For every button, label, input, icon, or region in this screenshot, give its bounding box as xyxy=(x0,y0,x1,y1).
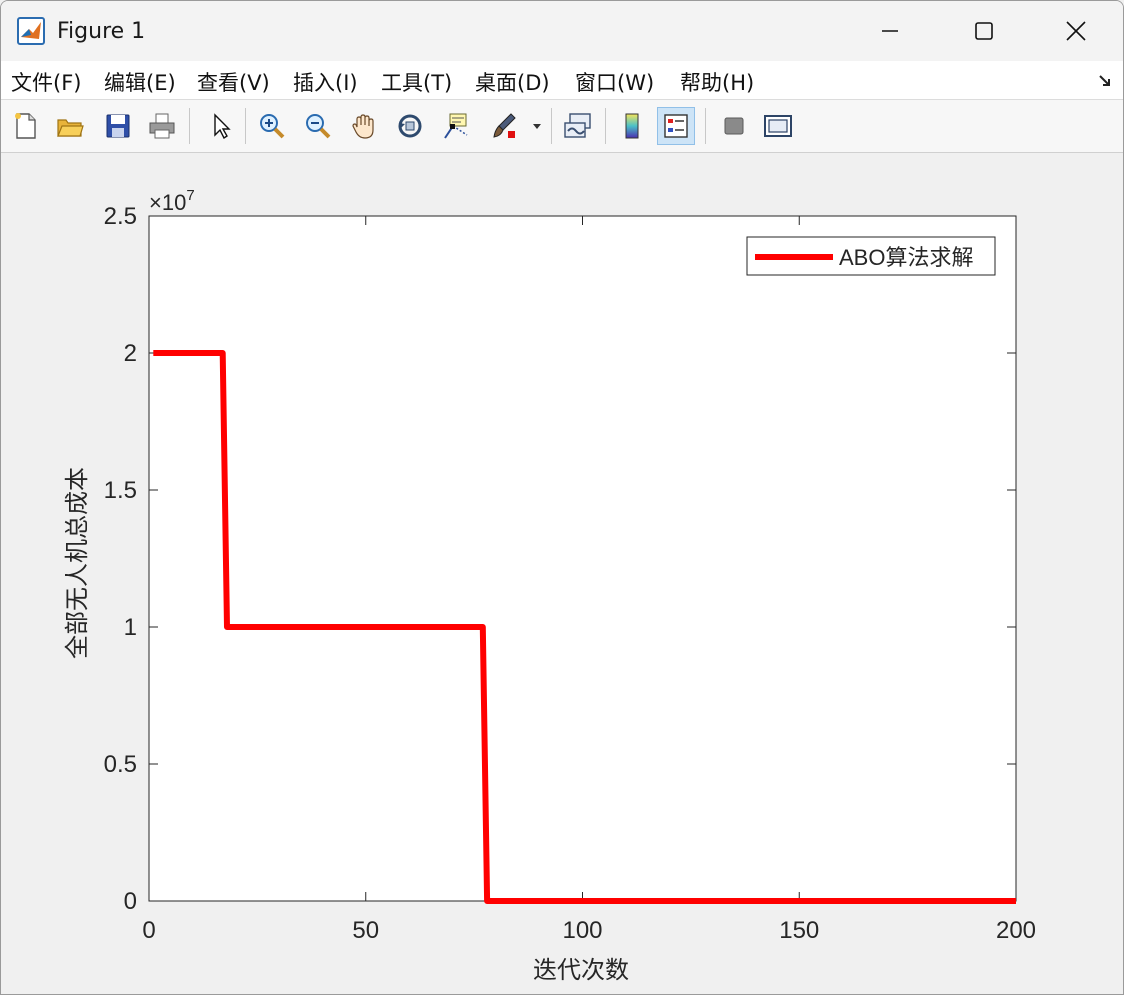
plot-area xyxy=(148,215,1017,902)
figure-window: Figure 1 文件(F) 编辑(E) 查看(V) 插入(I) 工具(T) 桌… xyxy=(0,0,1124,995)
pointer-button[interactable] xyxy=(201,107,239,145)
menu-help[interactable]: 帮助(H) xyxy=(680,67,754,97)
new-figure-button[interactable] xyxy=(7,107,45,145)
figure-toolbar xyxy=(1,100,1123,153)
x-tick-label: 200 xyxy=(996,917,1036,944)
open-file-icon xyxy=(57,119,84,137)
save-button[interactable] xyxy=(99,107,137,145)
save-icon xyxy=(106,114,130,138)
menu-view[interactable]: 查看(V) xyxy=(197,67,270,97)
link-plot-button[interactable] xyxy=(559,107,597,145)
menu-desktop[interactable]: 桌面(D) xyxy=(475,67,550,97)
zoom-out-icon xyxy=(306,114,331,139)
y-tick-label: 1 xyxy=(124,614,137,641)
colorbar-icon xyxy=(625,113,639,139)
x-axis-label: 迭代次数 xyxy=(533,956,629,984)
legend[interactable]: ABO算法求解 xyxy=(746,236,996,276)
show-plot-tools-icon xyxy=(764,115,792,137)
data-cursor-button[interactable] xyxy=(437,107,475,145)
toolbar-separator xyxy=(605,108,606,144)
menu-tools[interactable]: 工具(T) xyxy=(381,67,452,97)
hide-plot-tools-icon xyxy=(724,117,744,135)
print-button[interactable] xyxy=(143,107,181,145)
menu-bar: 文件(F) 编辑(E) 查看(V) 插入(I) 工具(T) 桌面(D) 窗口(W… xyxy=(1,61,1123,100)
close-icon xyxy=(1066,21,1086,41)
title-bar[interactable]: Figure 1 xyxy=(1,1,1123,61)
maximize-button[interactable] xyxy=(937,1,1031,61)
toolbar-separator xyxy=(245,108,246,144)
y-axis-label: 全部无人机总成本 xyxy=(63,467,91,659)
menu-file[interactable]: 文件(F) xyxy=(11,67,81,97)
x-tick-label: 150 xyxy=(779,917,819,944)
minimize-icon xyxy=(882,30,898,32)
hide-plot-tools-button[interactable] xyxy=(715,107,753,145)
chevron-down-icon xyxy=(533,124,541,129)
figure-canvas: 0 50 100 150 200 0 0.5 1 1.5 2 2.5 迭代次数 全部无人机总成本 ×… xyxy=(1,153,1123,994)
maximize-icon xyxy=(975,22,993,40)
zoom-in-button[interactable] xyxy=(253,107,291,145)
toolbar-separator xyxy=(551,108,552,144)
data-cursor-icon xyxy=(444,113,468,139)
dock-arrow-icon[interactable] xyxy=(1097,73,1113,89)
x-tick-label: 100 xyxy=(562,917,602,944)
window-title: Figure 1 xyxy=(57,19,146,44)
legend-button[interactable] xyxy=(657,107,695,145)
print-icon xyxy=(149,113,175,139)
y-tick-label: 2 xyxy=(124,340,137,367)
y-tick-label: 0 xyxy=(124,888,137,915)
legend-label: ABO算法求解 xyxy=(839,245,973,270)
legend-icon xyxy=(664,114,688,138)
open-file-button[interactable] xyxy=(51,107,89,145)
x-tick-label: 50 xyxy=(352,917,379,944)
new-figure-icon xyxy=(15,113,36,139)
line-chart[interactable]: 0 50 100 150 200 0 0.5 1 1.5 2 2.5 迭代次数 全部无人机总成本 ×… xyxy=(1,153,1123,994)
x-tick-label: 0 xyxy=(142,917,155,944)
close-button[interactable] xyxy=(1029,1,1123,61)
zoom-in-icon xyxy=(260,114,285,139)
toolbar-separator xyxy=(705,108,706,144)
pan-hand-icon xyxy=(352,114,374,139)
pointer-icon xyxy=(214,113,231,140)
brush-icon xyxy=(493,113,516,138)
exponent-label: ×107 xyxy=(149,187,195,215)
pan-button[interactable] xyxy=(345,107,383,145)
matlab-icon xyxy=(17,17,45,45)
menu-insert[interactable]: 插入(I) xyxy=(293,67,358,97)
brush-dropdown-button[interactable] xyxy=(527,107,547,145)
brush-button[interactable] xyxy=(485,107,523,145)
menu-edit[interactable]: 编辑(E) xyxy=(104,67,176,97)
minimize-button[interactable] xyxy=(843,1,937,61)
show-plot-tools-button[interactable] xyxy=(759,107,797,145)
y-tick-label: 2.5 xyxy=(104,203,137,230)
link-plot-icon xyxy=(564,113,591,138)
rotate-3d-button[interactable] xyxy=(391,107,429,145)
toolbar-separator xyxy=(189,108,190,144)
menu-window[interactable]: 窗口(W) xyxy=(575,67,654,97)
zoom-out-button[interactable] xyxy=(299,107,337,145)
y-tick-label: 0.5 xyxy=(104,751,137,778)
y-tick-label: 1.5 xyxy=(104,477,137,504)
colorbar-button[interactable] xyxy=(613,107,651,145)
rotate-3d-icon xyxy=(398,114,422,138)
